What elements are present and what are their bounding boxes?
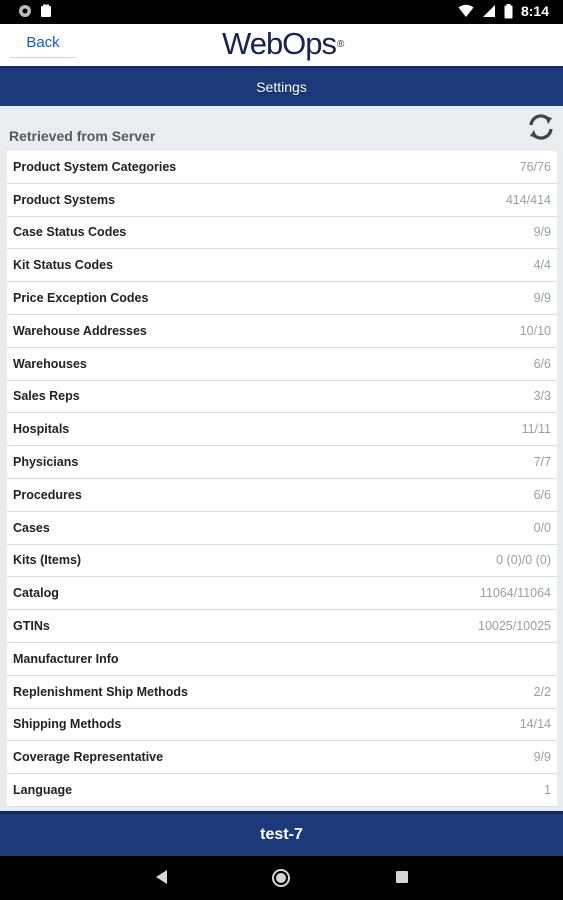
page-title-bar: Settings <box>0 66 563 106</box>
page-title: Settings <box>256 79 307 95</box>
list-item-label: Warehouse Addresses <box>13 323 147 338</box>
footer-bar: test-7 <box>0 811 563 856</box>
list-item-count: 1 <box>544 783 551 798</box>
list-item-count: 7/7 <box>533 455 551 470</box>
list-item: Warehouses 6/6 <box>7 347 557 381</box>
list-item: Kits (Items) 0 (0)/0 (0) <box>7 544 557 578</box>
list-item-count: 9/9 <box>533 225 551 240</box>
list-item-label: Manufacturer Info <box>13 651 119 666</box>
list-item-count: 0/0 <box>533 520 551 535</box>
list-item-label: Product System Categories <box>13 159 177 174</box>
list-item: Product Systems 414/414 <box>7 183 557 217</box>
clipboard-icon <box>41 4 51 17</box>
list-item-label: Catalog <box>13 586 59 601</box>
list-item-count: 2/2 <box>533 684 551 699</box>
list-item: Price Exception Codes 9/9 <box>7 282 557 315</box>
list-item-count: 11/11 <box>521 422 551 437</box>
back-button[interactable]: Back <box>10 28 76 58</box>
list-item-count: 76/76 <box>519 159 551 174</box>
list-item: Cases 0/0 <box>7 511 557 545</box>
list-item-count: 4/4 <box>533 258 551 273</box>
list-item-label: Case Status Codes <box>13 225 127 240</box>
list-item: Procedures 6/6 <box>7 478 557 512</box>
list-item-label: Language <box>13 783 73 798</box>
list-item: Catalog 11064/11064 <box>7 577 557 611</box>
list-item-label: Procedures <box>13 487 82 502</box>
list-item-label: Product Systems <box>13 192 116 207</box>
list-item-label: Sales Reps <box>13 389 80 404</box>
back-triangle-icon[interactable] <box>153 868 169 886</box>
refresh-icon[interactable] <box>526 112 556 142</box>
list-item: Manufacturer Info <box>7 642 557 676</box>
list-item: Replenishment Ship Methods 2/2 <box>7 675 557 709</box>
status-bar: 8:14 <box>0 0 563 24</box>
list-item: Warehouse Addresses 10/10 <box>7 314 557 348</box>
list-item: GTINs 10025/10025 <box>7 610 557 643</box>
list-item-count: 10025/10025 <box>478 619 551 634</box>
home-circle-icon[interactable] <box>271 868 291 888</box>
signal-icon <box>482 5 495 17</box>
list-item-count: 9/9 <box>533 750 551 765</box>
list-item-count: 10/10 <box>519 323 551 338</box>
circle-icon <box>19 5 31 17</box>
list-item-count: 3/3 <box>533 389 551 404</box>
list-item-label: Hospitals <box>13 422 70 437</box>
app-header: Back WebOps ® <box>0 24 563 66</box>
list-item-count: 11064/11064 <box>479 586 551 601</box>
list-item-label: Kit Status Codes <box>13 258 114 273</box>
list-item: Case Status Codes 9/9 <box>7 216 557 250</box>
list-item-label: Kits (Items) <box>13 553 82 568</box>
list-item-label: Physicians <box>13 455 79 470</box>
android-nav-bar <box>0 856 563 900</box>
logo-text: WebOps <box>222 26 337 61</box>
section-label: Retrieved from Server <box>9 128 156 144</box>
list-item-label: Replenishment Ship Methods <box>13 684 189 699</box>
list-item-label: Warehouses <box>13 356 87 371</box>
list-item: Physicians 7/7 <box>7 446 557 479</box>
list-item-count: 14/14 <box>519 717 551 732</box>
list-item-label: Price Exception Codes <box>13 291 149 306</box>
list-item: Coverage Representative 9/9 <box>7 741 557 775</box>
list-item: Language 1 <box>7 774 557 807</box>
clock-time: 8:14 <box>520 3 549 19</box>
list-item-count: 6/6 <box>533 356 551 371</box>
wifi-icon <box>458 4 474 17</box>
list-item: Shipping Methods 14/14 <box>7 708 557 742</box>
list-item-count: 414/414 <box>505 192 551 207</box>
section-header: Retrieved from Server <box>0 106 563 152</box>
list-item-label: Coverage Representative <box>13 750 164 765</box>
list-item-label: Cases <box>13 520 50 535</box>
list-item-label: Shipping Methods <box>13 717 122 732</box>
recents-square-icon[interactable] <box>394 868 410 886</box>
logo-registered-mark: ® <box>337 38 344 50</box>
list-item: Sales Reps 3/3 <box>7 380 557 414</box>
list-item-label: GTINs <box>13 619 50 634</box>
battery-icon <box>504 3 513 18</box>
settings-list: Product System Categories 76/76 Product Sy… <box>7 151 557 807</box>
list-item: Hospitals 11/11 <box>7 413 557 447</box>
webops-logo: WebOps ® <box>222 26 344 62</box>
list-item: Kit Status Codes 4/4 <box>7 249 557 283</box>
list-item: Product System Categories 76/76 <box>7 151 557 184</box>
footer-label: test-7 <box>260 826 303 843</box>
list-item-count: 9/9 <box>533 291 551 306</box>
list-item-count: 6/6 <box>533 487 551 502</box>
list-item-count: 0 (0)/0 (0) <box>496 553 551 568</box>
